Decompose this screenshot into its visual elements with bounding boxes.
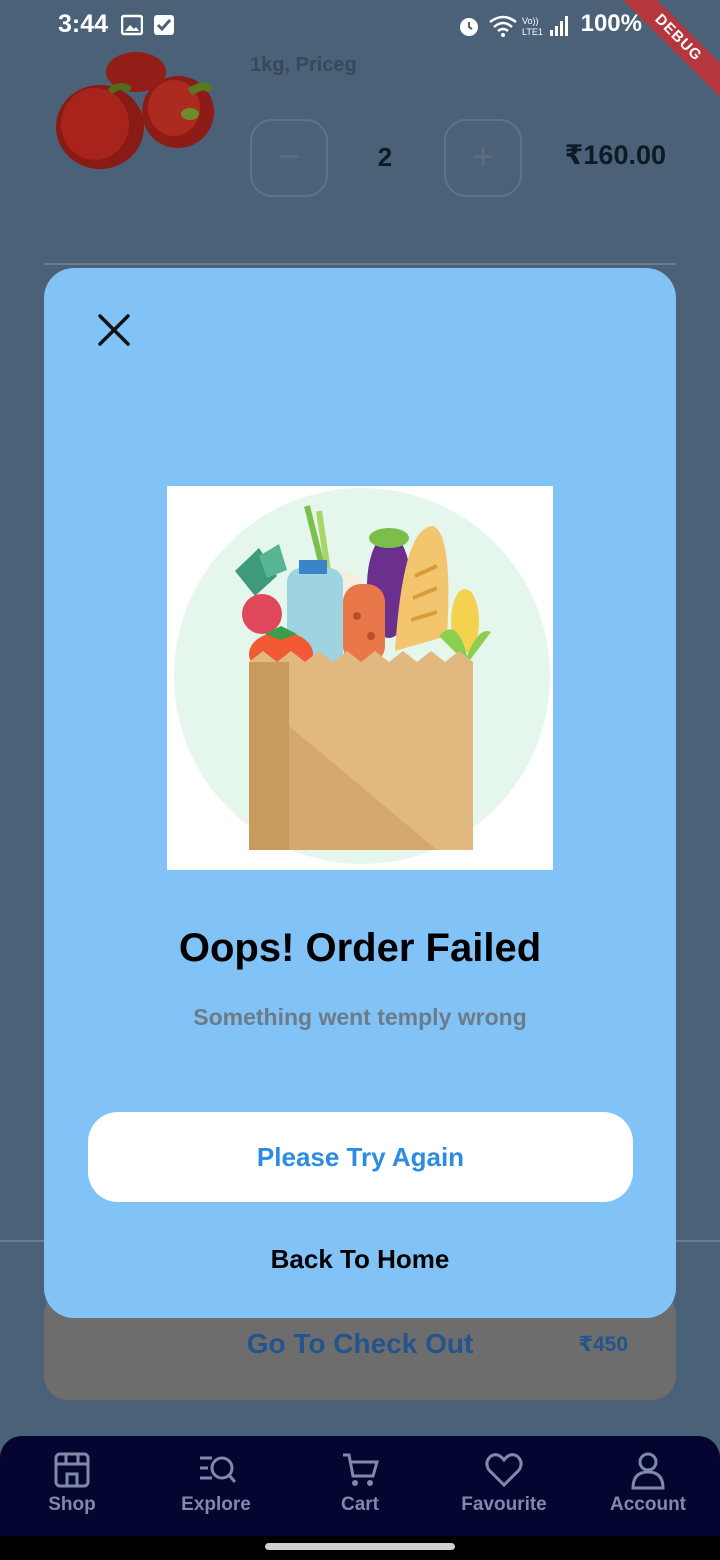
nav-item-account[interactable]: Account (576, 1436, 720, 1536)
nav-label-shop: Shop (48, 1494, 96, 1515)
gallery-icon (121, 14, 143, 36)
minus-icon: − (277, 135, 301, 179)
status-time: 3:44 (58, 10, 109, 38)
signal-icon: Vo)) LTE1 (522, 16, 568, 37)
battery-percent: 100% (580, 10, 642, 37)
item-subtitle: 1kg, Priceg (250, 54, 357, 76)
gesture-bar (0, 1536, 720, 1560)
alarm-icon (460, 18, 478, 36)
nav-label-explore: Explore (181, 1494, 251, 1515)
account-icon (631, 1452, 665, 1490)
svg-text:LTE1: LTE1 (522, 27, 543, 37)
status-bar: 3:44 Vo)) LTE1 100% DEBUG (0, 0, 720, 104)
cart-icon (343, 1453, 379, 1486)
bell-pepper-image (56, 52, 214, 169)
checkout-total: ₹450 (578, 1333, 628, 1356)
divider (44, 263, 676, 265)
increment-button[interactable]: + (444, 119, 522, 197)
explore-icon (200, 1456, 236, 1483)
nav-item-explore[interactable]: Explore (144, 1436, 288, 1536)
nav-label-account: Account (610, 1494, 686, 1515)
dialog-title: Oops! Order Failed (178, 926, 542, 970)
back-to-home-link[interactable]: Back To Home (44, 1244, 676, 1275)
item-price: ₹160.00 (564, 140, 666, 170)
nav-item-shop[interactable]: Shop (0, 1436, 144, 1536)
shop-icon (54, 1452, 90, 1488)
nav-label-favourite: Favourite (461, 1494, 547, 1515)
wifi-icon (489, 15, 517, 37)
try-again-button[interactable]: Please Try Again (88, 1112, 633, 1202)
checkbox-icon (154, 15, 174, 35)
grocery-bag-illustration (167, 486, 553, 870)
heart-icon (485, 1453, 523, 1488)
order-failed-dialog: Oops! Order Failed Something went temply… (44, 268, 676, 1318)
svg-text:Vo)): Vo)) (522, 16, 539, 26)
try-again-label: Please Try Again (256, 1141, 465, 1172)
plus-icon: + (471, 135, 495, 179)
home-indicator[interactable] (265, 1543, 455, 1550)
decrement-button[interactable]: − (250, 119, 328, 197)
close-icon[interactable] (92, 308, 136, 352)
nav-item-cart[interactable]: Cart (288, 1436, 432, 1536)
nav-label-cart: Cart (340, 1494, 379, 1515)
quantity-value: 2 (377, 142, 393, 172)
dialog-subtitle: Something went temply wrong (193, 1004, 527, 1030)
nav-item-favourite[interactable]: Favourite (432, 1436, 576, 1536)
bottom-navigation: Shop Explore Cart Favourite Account (0, 1436, 720, 1536)
